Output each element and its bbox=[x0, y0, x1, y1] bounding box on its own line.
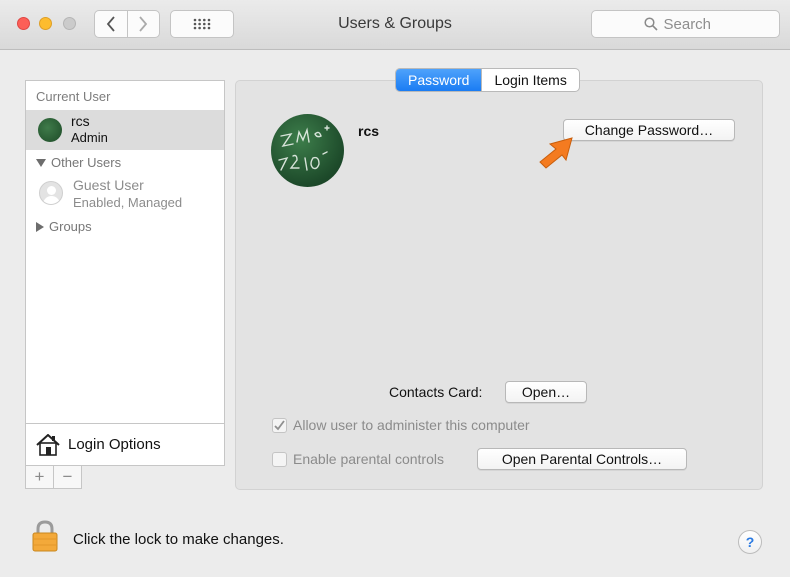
allow-admin-row[interactable]: Allow user to administer this computer bbox=[272, 417, 530, 433]
contacts-card-open-button[interactable]: Open… bbox=[505, 381, 587, 403]
guest-user-name: Guest User bbox=[73, 177, 144, 193]
disclosure-triangle-icon bbox=[36, 158, 46, 167]
add-remove-controls: + − bbox=[25, 466, 82, 489]
remove-user-button[interactable]: − bbox=[53, 466, 81, 488]
user-details-panel: rcs Change Password… Contacts Card: Open… bbox=[235, 80, 763, 490]
selected-user-name: rcs bbox=[358, 123, 380, 139]
tab-bar: Password Login Items bbox=[395, 68, 580, 92]
parental-controls-label: Enable parental controls bbox=[293, 451, 444, 467]
allow-admin-label: Allow user to administer this computer bbox=[293, 417, 530, 433]
tab-login-items[interactable]: Login Items bbox=[481, 69, 578, 91]
tab-password[interactable]: Password bbox=[396, 69, 482, 91]
zoom-window-button[interactable] bbox=[63, 17, 76, 30]
arrow-pointer-icon bbox=[539, 137, 573, 169]
avatar bbox=[38, 118, 62, 142]
close-window-button[interactable] bbox=[17, 17, 30, 30]
current-user-role: Admin bbox=[71, 130, 108, 145]
show-all-button[interactable] bbox=[170, 10, 234, 38]
other-users-disclosure[interactable]: Other Users bbox=[36, 155, 121, 170]
add-user-button[interactable]: + bbox=[26, 466, 53, 488]
contacts-card-label: Contacts Card: bbox=[389, 384, 483, 400]
grid-icon bbox=[193, 18, 211, 30]
login-options-item[interactable]: Login Options bbox=[26, 423, 224, 465]
search-input[interactable] bbox=[663, 15, 728, 33]
help-button[interactable]: ? bbox=[738, 530, 762, 554]
change-password-button[interactable]: Change Password… bbox=[563, 119, 735, 141]
sidebar-item-guest-user[interactable]: Guest User Enabled, Managed bbox=[26, 175, 224, 215]
login-options-label: Login Options bbox=[68, 436, 161, 453]
parental-controls-row[interactable]: Enable parental controls bbox=[272, 451, 444, 467]
title-bar: Users & Groups bbox=[0, 0, 790, 50]
current-user-header: Current User bbox=[36, 89, 111, 104]
minimize-window-button[interactable] bbox=[39, 17, 52, 30]
sidebar-item-current-user[interactable]: rcs Admin bbox=[26, 110, 224, 150]
lock-label: Click the lock to make changes. bbox=[73, 531, 284, 548]
search-icon bbox=[643, 17, 658, 31]
user-picture[interactable] bbox=[271, 114, 344, 187]
groups-label: Groups bbox=[49, 219, 92, 234]
groups-disclosure[interactable]: Groups bbox=[36, 219, 92, 234]
search-field[interactable] bbox=[591, 10, 780, 38]
house-icon bbox=[36, 433, 60, 456]
open-parental-controls-button[interactable]: Open Parental Controls… bbox=[477, 448, 687, 470]
other-users-header: Other Users bbox=[51, 155, 122, 170]
forward-button[interactable] bbox=[126, 11, 160, 37]
back-chevron-icon bbox=[106, 16, 115, 32]
allow-admin-checkbox[interactable] bbox=[272, 417, 287, 433]
checkmark-icon bbox=[274, 419, 285, 430]
navigation-buttons bbox=[94, 10, 160, 38]
lock-icon[interactable] bbox=[31, 520, 59, 552]
window-title: Users & Groups bbox=[338, 15, 452, 32]
disclosure-triangle-icon bbox=[36, 221, 44, 232]
guest-avatar-icon bbox=[39, 181, 63, 205]
back-button[interactable] bbox=[95, 11, 127, 37]
users-sidebar: Current User rcs Admin Other Users Guest… bbox=[25, 80, 225, 466]
chalkboard-picture-icon bbox=[278, 125, 330, 171]
forward-chevron-icon bbox=[139, 16, 148, 32]
parental-controls-checkbox[interactable] bbox=[272, 451, 287, 467]
current-user-name: rcs bbox=[71, 113, 90, 129]
guest-user-status: Enabled, Managed bbox=[73, 195, 183, 210]
